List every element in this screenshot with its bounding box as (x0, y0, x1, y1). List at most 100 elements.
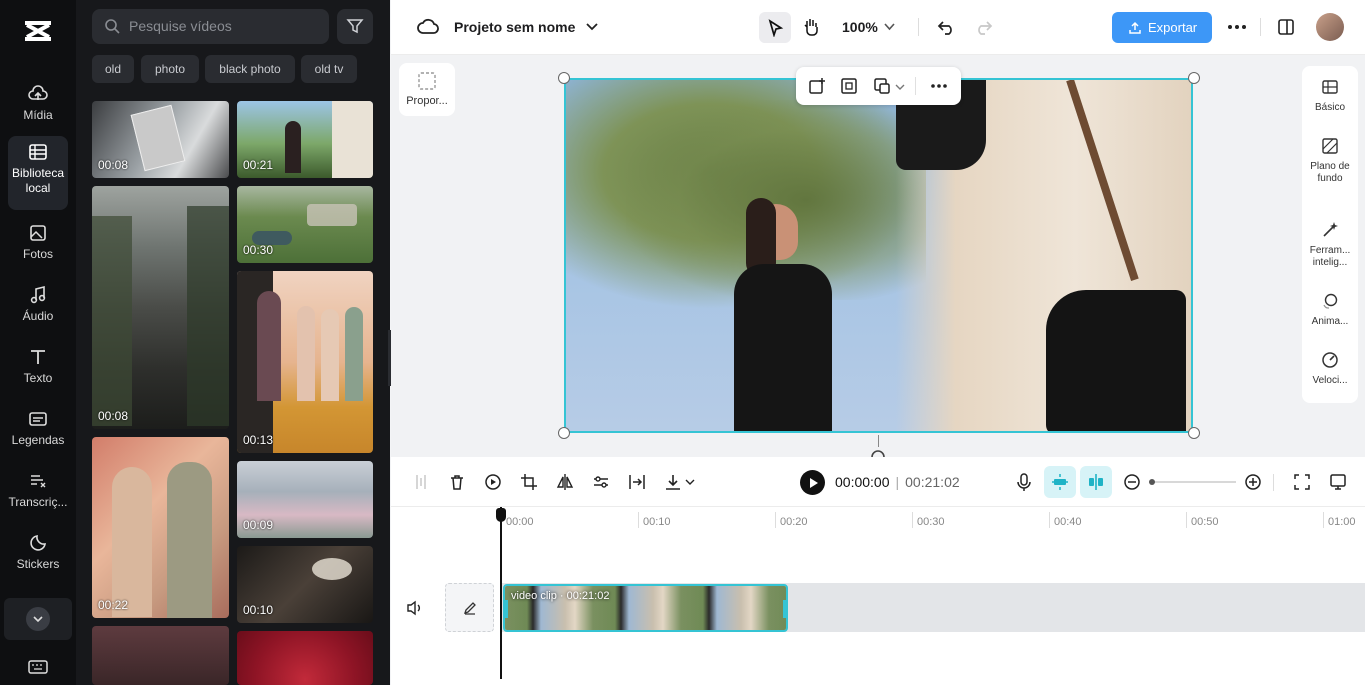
video-thumbnail[interactable]: 00:09 (237, 461, 373, 538)
nav-photos[interactable]: Fotos (8, 217, 68, 275)
delete-icon[interactable] (448, 473, 466, 491)
chevron-down-icon[interactable] (685, 478, 695, 486)
transcript-icon (31, 475, 46, 488)
video-thumbnail[interactable]: 00:10 (237, 546, 373, 623)
undo-icon[interactable] (937, 18, 956, 36)
nav-text[interactable]: Texto (8, 341, 68, 399)
clip-trim-handle-left[interactable] (505, 600, 508, 618)
captions-icon (29, 412, 47, 426)
export-button[interactable]: Exportar (1112, 12, 1212, 43)
zoom-level[interactable]: 100% (842, 19, 878, 35)
video-thumbnail[interactable]: 00:08 (92, 101, 229, 178)
split-icon[interactable] (413, 473, 429, 491)
cover-edit-button[interactable] (445, 583, 494, 632)
chevron-down-icon[interactable] (585, 21, 599, 33)
thumbnail-duration: 00:30 (243, 243, 274, 257)
more-icon[interactable] (1227, 24, 1247, 30)
tag-chip[interactable]: black photo (205, 55, 295, 83)
nav-captions[interactable]: Legendas (8, 403, 68, 461)
text-icon (31, 350, 45, 364)
more-icon[interactable] (930, 83, 948, 89)
filter-button[interactable] (337, 9, 373, 44)
replace-media-icon[interactable] (808, 77, 826, 95)
fit-frame-icon[interactable] (840, 77, 858, 95)
ruler-label: 00:50 (1191, 516, 1219, 528)
ruler-tick (1049, 512, 1050, 528)
avatar[interactable] (1316, 13, 1344, 41)
ruler-label: 00:30 (917, 516, 945, 528)
zoom-in-icon[interactable] (1244, 473, 1262, 491)
layer-arrange-icon[interactable] (873, 77, 891, 95)
playhead[interactable] (500, 507, 502, 679)
adjust-icon[interactable] (592, 473, 610, 491)
resize-handle[interactable] (1188, 427, 1200, 439)
chevron-down-icon[interactable] (895, 83, 905, 91)
microphone-icon[interactable] (1015, 473, 1033, 492)
aspect-ratio-button[interactable]: Propor... (399, 63, 455, 116)
download-icon[interactable] (664, 473, 682, 491)
cloud-save-icon[interactable] (417, 17, 439, 37)
video-thumbnail[interactable]: 00:30 (237, 186, 373, 263)
video-thumbnail[interactable]: 00:13 (237, 271, 373, 453)
video-clip[interactable]: video clip · 00:21:02 (503, 584, 788, 632)
video-thumbnail[interactable]: 00:22 (92, 437, 229, 618)
hand-tool-icon[interactable] (802, 17, 820, 37)
screen-display-icon[interactable] (1329, 473, 1347, 491)
video-thumbnail[interactable] (237, 631, 373, 685)
nav-transcript[interactable]: Transcriç... (8, 465, 68, 523)
flip-icon[interactable] (556, 473, 574, 491)
export-label: Exportar (1148, 20, 1198, 35)
nav-audio[interactable]: Áudio (8, 279, 68, 337)
fullscreen-icon[interactable] (1293, 473, 1311, 491)
music-note-icon (30, 285, 46, 304)
zoom-slider-thumb[interactable] (1149, 479, 1155, 485)
chevron-down-icon[interactable] (883, 22, 896, 32)
video-thumbnail[interactable]: 00:21 (237, 101, 373, 178)
volume-icon[interactable] (406, 600, 424, 616)
play-button[interactable] (800, 470, 825, 495)
panel-background[interactable]: Plano de fundo (1302, 137, 1358, 185)
tag-chip[interactable]: photo (141, 55, 199, 83)
video-thumbnail[interactable] (92, 626, 229, 685)
ruler-tick (912, 512, 913, 528)
search-input[interactable]: Pesquise vídeos (92, 9, 329, 44)
layout-panel-icon[interactable] (1277, 18, 1295, 36)
nav-local-library[interactable]: Biblioteca local (8, 136, 68, 210)
video-thumbnail[interactable]: 00:08 (92, 186, 229, 429)
ruler-label: 01:00 (1328, 516, 1356, 528)
project-name[interactable]: Projeto sem nome (454, 19, 575, 35)
panel-speed[interactable]: Veloci... (1302, 351, 1358, 387)
rotate-handle-icon[interactable] (869, 447, 887, 457)
panel-basic[interactable]: Básico (1302, 78, 1358, 114)
zoom-out-icon[interactable] (1123, 473, 1141, 491)
video-preview[interactable] (564, 78, 1193, 433)
keyboard-icon[interactable] (28, 659, 48, 675)
magnet-snap-toggle[interactable] (1044, 466, 1076, 498)
playhead-handle[interactable] (496, 508, 506, 522)
redo-icon[interactable] (974, 18, 993, 36)
crop-icon[interactable] (520, 473, 538, 491)
split-clip-icon[interactable] (628, 473, 646, 491)
media-panel: Pesquise vídeos old photo black photo ol… (76, 0, 390, 685)
woman-dress (734, 264, 832, 431)
tag-chip[interactable]: old tv (301, 55, 357, 83)
nav-local-library-label: Biblioteca local (11, 166, 65, 195)
clip-label: video clip · 00:21:02 (511, 590, 610, 602)
nav-stickers[interactable]: Stickers (8, 527, 68, 585)
nav-expand-button[interactable] (4, 598, 72, 640)
replay-icon[interactable] (484, 473, 502, 491)
ruler-tick (1323, 512, 1324, 528)
panel-animation[interactable]: Anima... (1302, 292, 1358, 328)
ruler-label: 00:40 (1054, 516, 1082, 528)
clip-trim-handle-right[interactable] (783, 600, 786, 618)
zoom-slider[interactable] (1149, 479, 1236, 485)
tag-chip[interactable]: old (92, 55, 134, 83)
resize-handle[interactable] (558, 72, 570, 84)
nav-media[interactable]: Mídia (8, 78, 68, 136)
capcut-logo (25, 21, 51, 41)
linkage-toggle[interactable] (1080, 466, 1112, 498)
panel-smart-tools[interactable]: Ferram... intelig... (1302, 221, 1358, 269)
select-tool-button[interactable] (759, 12, 791, 43)
resize-handle[interactable] (1188, 72, 1200, 84)
resize-handle[interactable] (558, 427, 570, 439)
